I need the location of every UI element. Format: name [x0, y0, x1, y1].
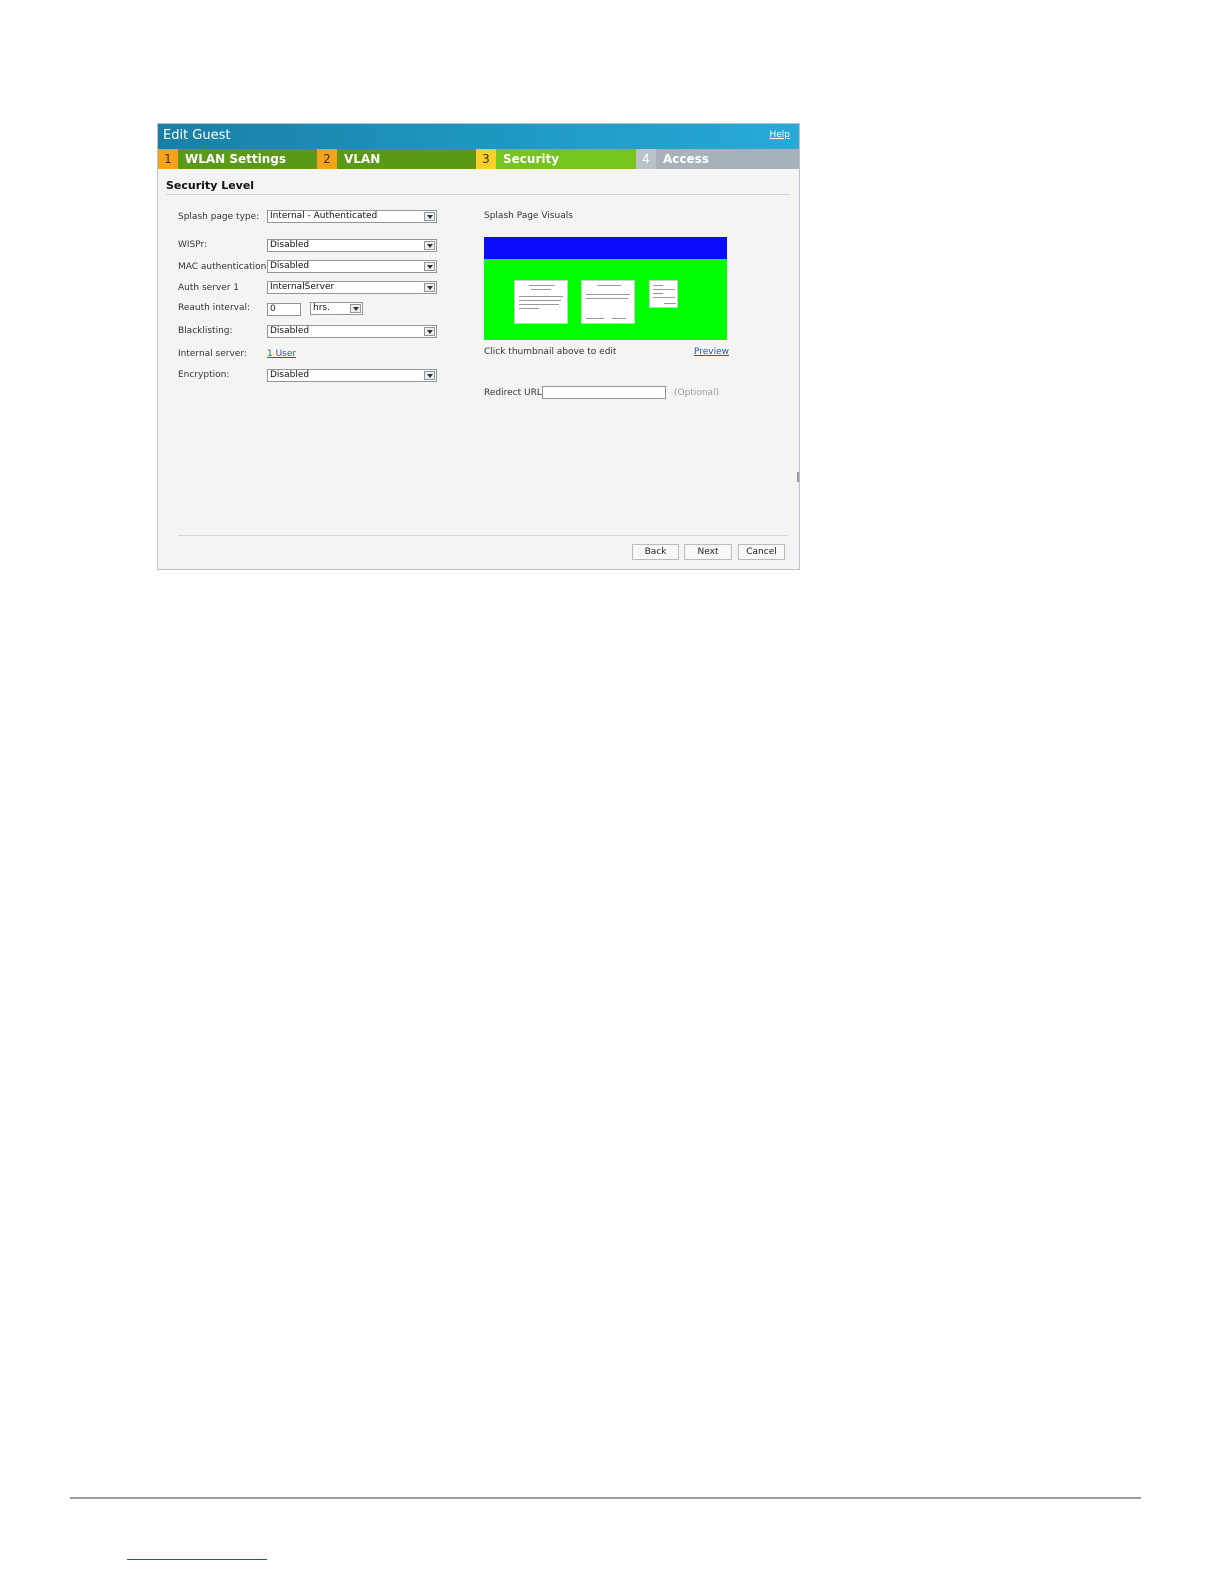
thumbnail-caption: Click thumbnail above to edit	[484, 347, 617, 357]
chevron-down-icon[interactable]	[350, 304, 361, 313]
step-wlan-settings[interactable]: 1 WLAN Settings	[158, 149, 317, 169]
select-value: hrs.	[313, 303, 330, 313]
step-access[interactable]: 4 Access	[636, 149, 799, 169]
chevron-down-icon[interactable]	[424, 283, 435, 292]
chevron-down-icon[interactable]	[424, 327, 435, 336]
step-label: Access	[663, 152, 709, 166]
step-vlan[interactable]: 2 VLAN	[317, 149, 476, 169]
page-footer-link[interactable]	[127, 1559, 267, 1560]
splash-page-thumbnail[interactable]	[484, 237, 727, 340]
scroll-edge-mark	[797, 472, 799, 482]
select-value: Internal - Authenticated	[270, 211, 378, 221]
step-number: 2	[317, 149, 337, 169]
step-label: VLAN	[344, 152, 381, 166]
thumbnail-card-policy	[581, 280, 635, 324]
step-security[interactable]: 3 Security	[476, 149, 636, 169]
splash-visuals-label: Splash Page Visuals	[484, 211, 573, 221]
preview-link[interactable]: Preview	[694, 347, 729, 357]
mac-auth-select[interactable]: Disabled	[267, 260, 437, 273]
help-link[interactable]: Help	[769, 130, 790, 140]
footer-divider	[178, 535, 788, 536]
wispr-label: WISPr:	[178, 240, 208, 250]
next-button[interactable]: Next	[684, 544, 732, 560]
cancel-button[interactable]: Cancel	[738, 544, 785, 560]
reauth-unit-select[interactable]: hrs.	[310, 302, 363, 315]
page-footer-rule	[70, 1497, 1141, 1499]
back-button[interactable]: Back	[632, 544, 679, 560]
reauth-interval-label: Reauth interval:	[178, 303, 251, 313]
internal-server-users-link[interactable]: 1 User	[267, 349, 296, 359]
step-number: 1	[158, 149, 178, 169]
encryption-select[interactable]: Disabled	[267, 369, 437, 382]
mac-auth-label: MAC authentication:	[178, 262, 270, 272]
section-title: Security Level	[166, 179, 255, 192]
reauth-interval-input[interactable]: 0	[267, 303, 301, 316]
edit-guest-dialog: Edit Guest Help 1 WLAN Settings 2 VLAN 3…	[157, 123, 800, 570]
internal-server-label: Internal server:	[178, 349, 247, 359]
wizard-steps: 1 WLAN Settings 2 VLAN 3 Security 4 Acce…	[158, 149, 799, 169]
step-label: Security	[503, 152, 560, 166]
dialog-titlebar: Edit Guest Help	[158, 124, 799, 149]
select-value: Disabled	[270, 261, 310, 271]
redirect-optional-hint: (Optional)	[674, 388, 720, 398]
thumbnail-card-login	[649, 280, 678, 308]
blacklisting-label: Blacklisting:	[178, 326, 233, 336]
step-number: 4	[636, 149, 656, 169]
step-label: WLAN Settings	[185, 152, 287, 166]
select-value: Disabled	[270, 240, 310, 250]
auth-server-select[interactable]: InternalServer	[267, 281, 437, 294]
select-value: InternalServer	[270, 282, 335, 292]
wispr-select[interactable]: Disabled	[267, 239, 437, 252]
blacklisting-select[interactable]: Disabled	[267, 325, 437, 338]
splash-page-type-label: Splash page type:	[178, 212, 260, 222]
chevron-down-icon[interactable]	[424, 212, 435, 221]
step-number: 3	[476, 149, 496, 169]
select-value: Disabled	[270, 326, 310, 336]
select-value: Disabled	[270, 370, 310, 380]
auth-server-label: Auth server 1	[178, 283, 240, 293]
redirect-url-input[interactable]	[542, 386, 666, 399]
thumbnail-card-welcome	[514, 280, 568, 324]
encryption-label: Encryption:	[178, 370, 230, 380]
splash-page-type-select[interactable]: Internal - Authenticated	[267, 210, 437, 223]
chevron-down-icon[interactable]	[424, 241, 435, 250]
chevron-down-icon[interactable]	[424, 262, 435, 271]
redirect-url-label: Redirect URL:	[484, 388, 545, 398]
thumbnail-banner	[484, 237, 727, 259]
dialog-title: Edit Guest	[163, 128, 231, 143]
section-divider	[166, 194, 790, 195]
chevron-down-icon[interactable]	[424, 371, 435, 380]
